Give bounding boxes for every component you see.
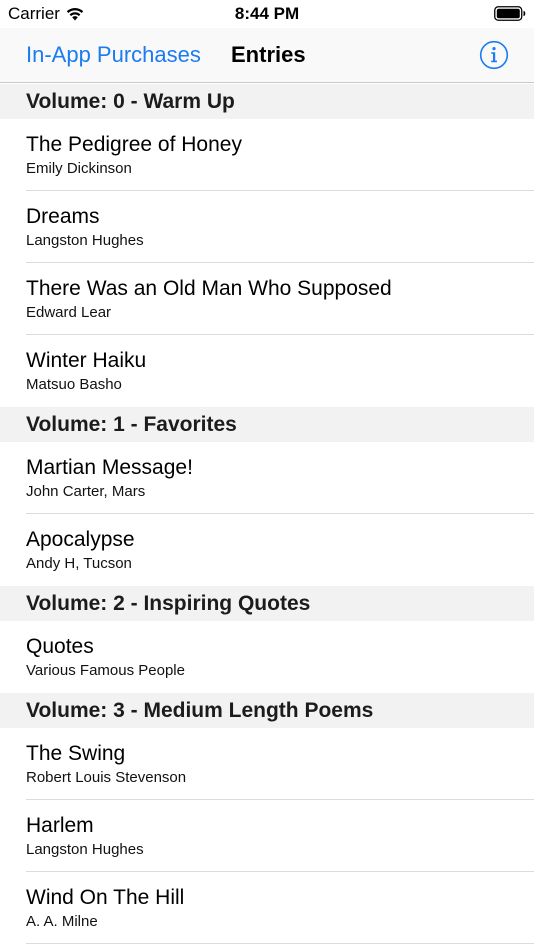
entry-row[interactable]: Wind On The Hill A. A. Milne: [0, 872, 534, 944]
entry-author: Various Famous People: [26, 662, 185, 679]
entry-title: Martian Message!: [26, 456, 193, 479]
entry-author: Langston Hughes: [26, 232, 144, 249]
entry-author: Langston Hughes: [26, 841, 144, 858]
entry-author: John Carter, Mars: [26, 483, 146, 500]
entry-title: Quotes: [26, 635, 94, 658]
entry-author: Emily Dickinson: [26, 160, 132, 177]
entry-title: Wind On The Hill: [26, 886, 185, 909]
entry-title: The Pedigree of Honey: [26, 133, 242, 156]
entry-row[interactable]: Martian Message! John Carter, Mars: [0, 442, 534, 514]
entry-title: Winter Haiku: [26, 349, 147, 372]
entry-title: There Was an Old Man Who Supposed: [26, 277, 392, 300]
section-header: Volume: 2 - Inspiring Quotes: [0, 586, 534, 621]
status-time: 8:44 PM: [234, 4, 300, 23]
entry-row[interactable]: Harlem Langston Hughes: [0, 800, 534, 872]
navigation-bar: In-App Purchases Entries: [0, 28, 534, 83]
section-header: Volume: 0 - Warm Up: [0, 84, 534, 119]
section-header: Volume: 1 - Favorites: [0, 407, 534, 442]
page-title: Entries: [231, 42, 306, 67]
entry-title: The Swing: [26, 742, 126, 765]
info-icon[interactable]: [479, 40, 509, 70]
entry-title: Apocalypse: [26, 528, 135, 551]
entry-author: Andy H, Tucson: [26, 555, 132, 572]
entry-title: Dreams: [26, 205, 100, 228]
entry-row[interactable]: There Was an Old Man Who Supposed Edward …: [0, 263, 534, 335]
entry-row[interactable]: Dreams Langston Hughes: [0, 191, 534, 263]
battery-icon: [494, 6, 526, 21]
entry-row[interactable]: Quotes Various Famous People: [0, 621, 534, 693]
entry-title: Harlem: [26, 814, 94, 837]
entry-author: A. A. Milne: [26, 913, 98, 930]
entry-row[interactable]: Apocalypse Andy H, Tucson: [0, 514, 534, 586]
entry-row[interactable]: The Pedigree of Honey Emily Dickinson: [0, 119, 534, 191]
entry-author: Edward Lear: [26, 304, 112, 321]
entry-author: Matsuo Basho: [26, 376, 122, 393]
entry-author: Robert Louis Stevenson: [26, 769, 187, 786]
status-bar: Carrier 8:44 PM: [0, 0, 534, 28]
in-app-purchases-button[interactable]: In-App Purchases: [26, 42, 201, 68]
entries-list: Volume: 0 - Warm Up The Pedigree of Honey…: [0, 84, 534, 944]
entry-row[interactable]: Winter Haiku Matsuo Basho: [0, 335, 534, 407]
entry-row[interactable]: The Swing Robert Louis Stevenson: [0, 728, 534, 800]
section-header: Volume: 3 - Medium Length Poems: [0, 693, 534, 728]
